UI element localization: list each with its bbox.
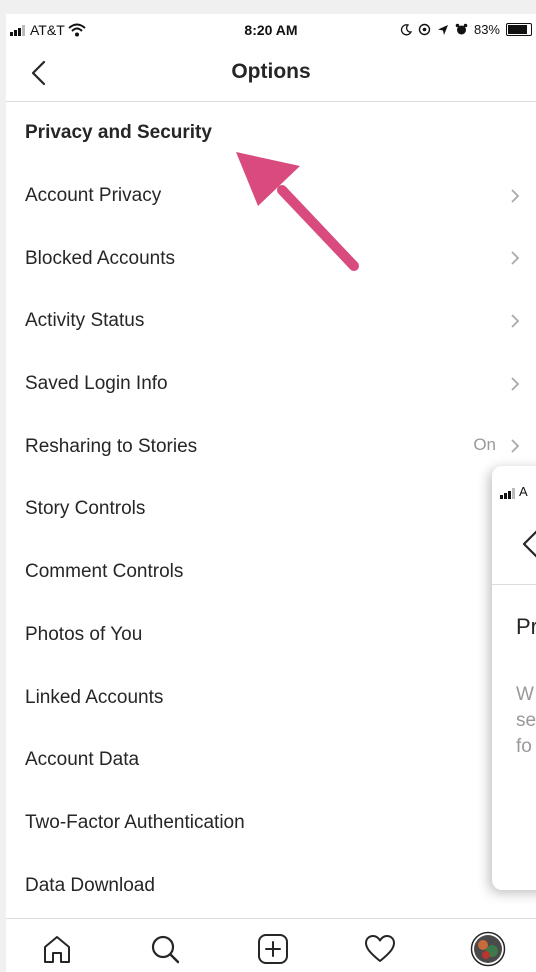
status-right: 83% bbox=[400, 22, 532, 37]
orientation-lock-icon bbox=[418, 23, 431, 36]
menu-item-two-factor-authentication[interactable]: Two-Factor Authentication bbox=[6, 792, 536, 855]
menu-item-label: Resharing to Stories bbox=[25, 435, 198, 457]
location-icon bbox=[437, 24, 448, 35]
menu-item-story-controls[interactable]: Story Controls bbox=[6, 478, 536, 541]
menu-item-label: Two-Factor Authentication bbox=[25, 811, 245, 833]
menu-item-label: Account Data bbox=[25, 749, 140, 771]
menu-item-label: Blocked Accounts bbox=[25, 247, 175, 269]
menu-item-label: Saved Login Info bbox=[25, 373, 168, 395]
menu-item-resharing-to-stories[interactable]: Resharing to Stories On bbox=[6, 415, 536, 478]
menu-item-data-download[interactable]: Data Download bbox=[6, 854, 536, 917]
menu-item-comment-controls[interactable]: Comment Controls bbox=[6, 541, 536, 604]
resharing-value: On bbox=[473, 435, 496, 455]
alarm-icon bbox=[455, 23, 468, 35]
overlay-carrier: A bbox=[519, 484, 528, 499]
overlay-nav-bar bbox=[492, 506, 536, 585]
status-bar: AT&T 8:20 AM 83% bbox=[6, 14, 536, 46]
nav-bar: Options bbox=[6, 46, 536, 102]
menu-item-saved-login-info[interactable]: Saved Login Info bbox=[6, 353, 536, 416]
menu-item-activity-status[interactable]: Activity Status bbox=[6, 290, 536, 353]
profile-avatar-icon[interactable] bbox=[470, 931, 506, 967]
chevron-right-icon bbox=[511, 189, 520, 203]
moon-icon bbox=[400, 23, 412, 35]
menu-item-photos-of-you[interactable]: Photos of You bbox=[6, 604, 536, 667]
annotation-arrow-icon bbox=[236, 152, 359, 271]
battery-percent: 83% bbox=[473, 22, 500, 37]
chevron-right-icon bbox=[511, 314, 520, 328]
menu-item-label: Photos of You bbox=[25, 623, 143, 645]
overlay-title: Pr bbox=[516, 614, 536, 639]
chevron-right-icon bbox=[511, 251, 520, 266]
overlay-status-bar: A bbox=[500, 484, 528, 499]
menu-item-label: Activity Status bbox=[25, 310, 145, 332]
menu-item-account-data[interactable]: Account Data bbox=[6, 729, 536, 792]
bottom-tab-bar bbox=[6, 918, 536, 972]
activity-heart-icon[interactable] bbox=[362, 931, 398, 967]
add-post-icon[interactable] bbox=[255, 931, 291, 967]
battery-icon bbox=[506, 23, 532, 36]
overlay-description: W se fo bbox=[516, 684, 536, 757]
page-title: Options bbox=[231, 60, 311, 83]
search-icon[interactable] bbox=[147, 931, 183, 967]
phone-screen: AT&T 8:20 AM 83% Options Privacy and Sec… bbox=[6, 14, 536, 972]
menu-item-label: Account Privacy bbox=[25, 185, 162, 207]
menu-item-label: Data Download bbox=[25, 874, 155, 896]
chevron-right-icon bbox=[511, 439, 520, 454]
menu-item-label: Linked Accounts bbox=[25, 686, 164, 708]
chevron-right-icon bbox=[511, 377, 520, 391]
overlay-back-chevron-icon[interactable] bbox=[516, 526, 536, 562]
home-icon[interactable] bbox=[39, 931, 75, 967]
overlapping-screenshot-panel: A Pr W se fo bbox=[492, 466, 536, 890]
menu-item-label: Story Controls bbox=[25, 498, 146, 520]
menu-item-label: Comment Controls bbox=[25, 561, 184, 583]
menu-item-linked-accounts[interactable]: Linked Accounts bbox=[6, 666, 536, 729]
